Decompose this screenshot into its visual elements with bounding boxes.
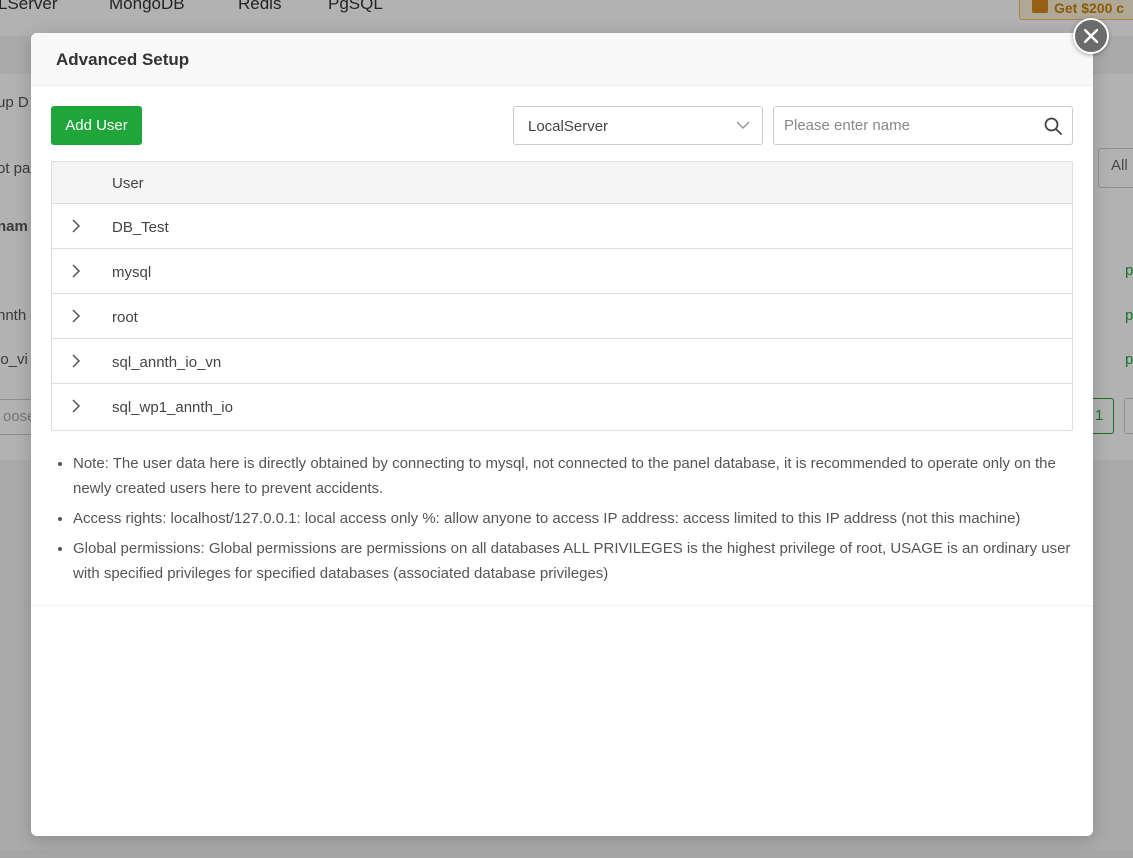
chevron-right-icon[interactable]: [72, 264, 81, 278]
search-box: [773, 106, 1073, 145]
chevron-right-icon[interactable]: [72, 309, 81, 323]
dialog-header: Advanced Setup: [31, 33, 1093, 86]
note-item: Access rights: localhost/127.0.0.1: loca…: [73, 506, 1073, 531]
close-button[interactable]: [1073, 18, 1109, 54]
user-name: sql_annth_io_vn: [112, 354, 222, 371]
user-name: root: [112, 309, 138, 326]
user-name: mysql: [112, 264, 152, 281]
chevron-down-icon: [736, 121, 750, 130]
chevron-right-icon[interactable]: [72, 354, 81, 368]
server-select-value: LocalServer: [528, 118, 609, 135]
dialog-title: Advanced Setup: [56, 50, 190, 69]
close-icon: [1084, 29, 1098, 43]
table-row[interactable]: sql_wp1_annth_io: [52, 384, 1072, 430]
table-row[interactable]: DB_Test: [52, 204, 1072, 249]
user-name: DB_Test: [112, 219, 169, 236]
column-header-user: User: [112, 175, 144, 192]
dialog-body: Add User LocalServer User DB_Test: [31, 86, 1093, 606]
server-select[interactable]: LocalServer: [513, 106, 763, 145]
user-name: sql_wp1_annth_io: [112, 399, 233, 416]
table-row[interactable]: sql_annth_io_vn: [52, 339, 1072, 384]
advanced-setup-dialog: Advanced Setup Add User LocalServer User…: [31, 33, 1093, 836]
table-row[interactable]: mysql: [52, 249, 1072, 294]
search-input[interactable]: [774, 107, 1034, 144]
note-item: Note: The user data here is directly obt…: [73, 451, 1073, 501]
note-item: Global permissions: Global permissions a…: [73, 536, 1073, 586]
table-header: User: [52, 162, 1072, 204]
notes-list: Note: The user data here is directly obt…: [73, 451, 1073, 591]
chevron-right-icon[interactable]: [72, 399, 81, 413]
table-row[interactable]: root: [52, 294, 1072, 339]
search-icon[interactable]: [1044, 117, 1062, 135]
chevron-right-icon[interactable]: [72, 219, 81, 233]
add-user-button[interactable]: Add User: [51, 106, 142, 145]
user-table: User DB_Test mysql root sql_annth_io_vn …: [51, 161, 1073, 431]
